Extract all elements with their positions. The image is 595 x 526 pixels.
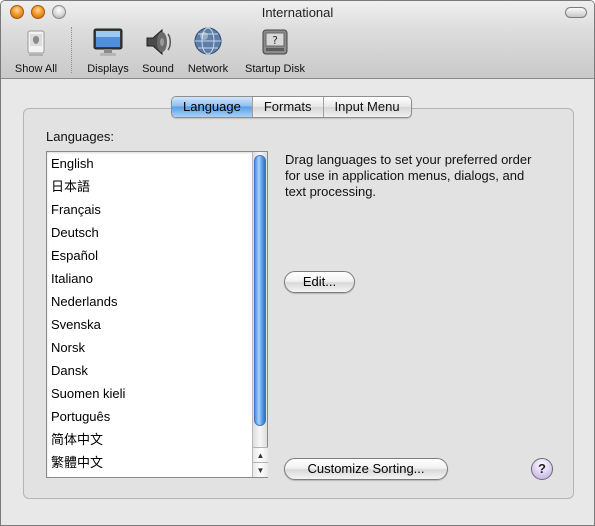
toolbar-toggle-button[interactable]: [565, 7, 587, 18]
list-item[interactable]: Nederlands: [47, 290, 252, 313]
toolbar-label: Sound: [142, 63, 174, 75]
svg-text:?: ?: [272, 34, 278, 47]
hard-disk-icon: ?: [262, 29, 288, 55]
list-item[interactable]: Suomen kieli: [47, 382, 252, 405]
show-all-icon: [27, 30, 45, 56]
displays-icon: [93, 28, 123, 56]
title-toolbar: International Show All Displays Sound Ne…: [1, 1, 594, 79]
list-item[interactable]: Italiano: [47, 267, 252, 290]
toolbar-label: Displays: [87, 63, 129, 75]
tab-formats[interactable]: Formats: [251, 97, 323, 117]
toolbar-network[interactable]: Network: [183, 25, 233, 75]
languages-label: Languages:: [46, 129, 114, 144]
customize-sorting-button[interactable]: Customize Sorting...: [284, 458, 448, 480]
languages-list-items: English 日本語 Français Deutsch Español Ita…: [47, 152, 252, 474]
instructions-text: Drag languages to set your preferred ord…: [285, 152, 532, 199]
list-item[interactable]: 日本語: [47, 175, 252, 198]
list-item[interactable]: Deutsch: [47, 221, 252, 244]
toolbar-sound[interactable]: Sound: [138, 25, 178, 75]
list-item[interactable]: Dansk: [47, 359, 252, 382]
list-item[interactable]: Português: [47, 405, 252, 428]
edit-button[interactable]: Edit...: [284, 271, 355, 293]
scroll-thumb[interactable]: [254, 155, 266, 426]
list-item[interactable]: Norsk: [47, 336, 252, 359]
list-item[interactable]: 繁體中文: [47, 451, 252, 474]
toolbar-show-all[interactable]: Show All: [7, 25, 65, 75]
list-item[interactable]: Español: [47, 244, 252, 267]
speaker-icon: [146, 28, 171, 56]
tab-language[interactable]: Language: [172, 97, 252, 117]
toolbar-displays[interactable]: Displays: [81, 25, 135, 75]
toolbar-label: Startup Disk: [245, 63, 305, 75]
tab-bar: Language Formats Input Menu: [171, 96, 412, 118]
toolbar-separator: [71, 27, 72, 73]
tab-input-menu[interactable]: Input Menu: [322, 97, 411, 117]
languages-list[interactable]: English 日本語 Français Deutsch Español Ita…: [46, 151, 268, 478]
toolbar-label: Show All: [14, 63, 58, 75]
scroll-up-arrow-icon[interactable]: ▲: [253, 447, 268, 462]
list-item[interactable]: Svenska: [47, 313, 252, 336]
scroll-down-arrow-icon[interactable]: ▼: [253, 462, 268, 477]
list-scrollbar[interactable]: ▲ ▼: [252, 152, 268, 477]
toolbar-label: Network: [187, 63, 229, 75]
help-button[interactable]: ?: [531, 458, 553, 480]
preferences-window: International Show All Displays Sound Ne…: [0, 0, 595, 526]
window-title: International: [261, 5, 334, 20]
list-item[interactable]: Français: [47, 198, 252, 221]
list-item[interactable]: 简体中文: [47, 428, 252, 451]
list-item[interactable]: English: [47, 152, 252, 175]
toolbar-startup-disk[interactable]: ? Startup Disk: [239, 25, 311, 75]
network-globe-icon: [194, 27, 222, 55]
